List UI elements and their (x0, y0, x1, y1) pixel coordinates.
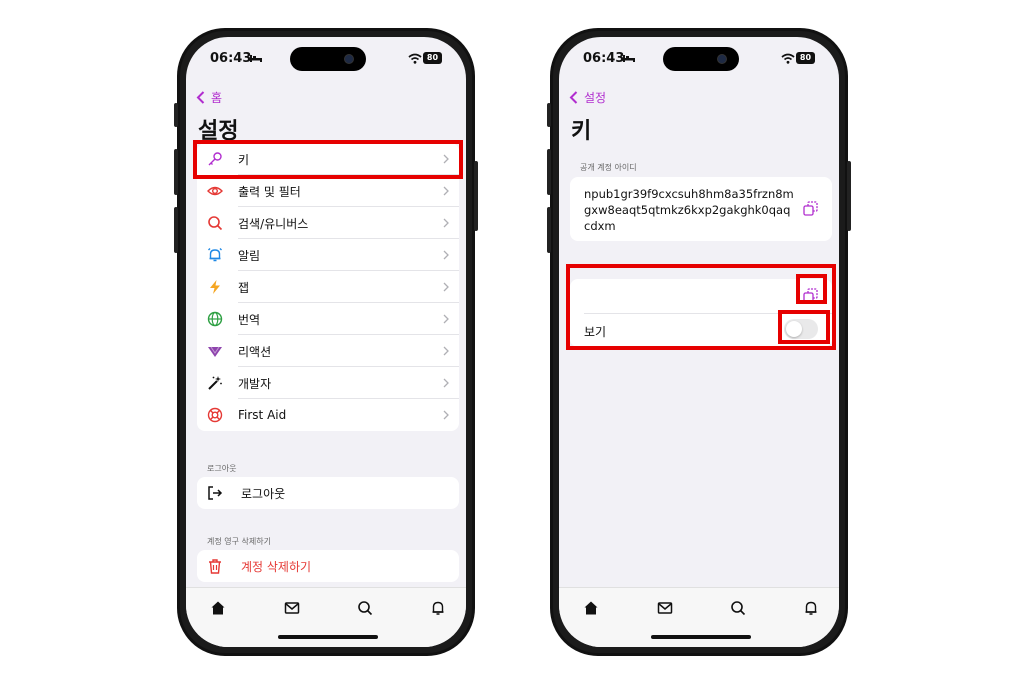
logout-icon (208, 486, 223, 500)
settings-item-first-aid[interactable]: First Aid (197, 399, 459, 431)
home-icon[interactable] (583, 600, 599, 616)
settings-item-zap[interactable]: 잽 (197, 271, 459, 303)
copy-icon[interactable] (803, 201, 818, 216)
logout-button[interactable]: 로그아웃 (197, 477, 459, 509)
back-label: 설정 (584, 91, 607, 105)
chevron-right-icon (443, 282, 449, 292)
wifi-icon (408, 53, 422, 64)
page-title: 키 (571, 119, 592, 144)
globe-icon (207, 311, 223, 327)
power-button (474, 161, 478, 231)
chevron-left-icon (569, 91, 578, 104)
lightning-icon (210, 280, 220, 294)
chevron-right-icon (443, 378, 449, 388)
logout-section-header: 로그아웃 (207, 464, 237, 473)
bell-icon (208, 248, 222, 262)
chevron-right-icon (443, 346, 449, 356)
battery-indicator: 80 (796, 52, 815, 64)
chevron-right-icon (443, 250, 449, 260)
chevron-right-icon (443, 410, 449, 420)
settings-item-label: 리액션 (238, 344, 272, 359)
home-indicator (651, 635, 751, 639)
battery-indicator: 80 (423, 52, 442, 64)
wifi-icon (781, 53, 795, 64)
settings-item-label: 출력 및 필터 (238, 184, 301, 199)
settings-item-notifications[interactable]: 알림 (197, 239, 459, 271)
settings-item-translation[interactable]: 번역 (197, 303, 459, 335)
settings-item-label: 개발자 (238, 376, 272, 391)
settings-item-search-universe[interactable]: 검색/유니버스 (197, 207, 459, 239)
mail-icon[interactable] (657, 600, 673, 616)
trash-icon (209, 559, 221, 574)
search-icon (208, 216, 223, 231)
mute-switch (547, 103, 551, 127)
settings-item-developer[interactable]: 개발자 (197, 367, 459, 399)
chevron-right-icon (443, 186, 449, 196)
settings-item-label: 잽 (238, 280, 250, 295)
settings-item-reactions[interactable]: 리액션 (197, 335, 459, 367)
status-time: 06:43 (210, 51, 252, 66)
lifebuoy-icon (207, 407, 223, 423)
phone-keys: 06:43 80 설정 키 공개 계정 아이디 npub1gr39f9cxcsu… (547, 28, 851, 656)
highlight-box-toggle (778, 310, 830, 344)
bell-icon[interactable] (430, 600, 446, 616)
mute-switch (174, 103, 178, 127)
volume-up-button (547, 149, 551, 195)
volume-down-button (174, 207, 178, 253)
status-time: 06:43 (583, 51, 625, 66)
bed-icon (623, 55, 635, 62)
home-icon[interactable] (210, 600, 226, 616)
settings-screen: 06:43 80 홈 설정 키 출력 및 필터 검색/유니버스 알림 잽 번역 … (186, 37, 466, 647)
chevron-right-icon (443, 314, 449, 324)
power-button (847, 161, 851, 231)
highlight-box-copy (796, 274, 827, 304)
public-key-card: npub1gr39f9cxcsuh8hm8a35frzn8mgxw8eaqt5q… (570, 177, 832, 241)
settings-item-label: 검색/유니버스 (238, 216, 309, 231)
public-key-section-header: 공개 계정 아이디 (580, 163, 637, 172)
volume-up-button (174, 149, 178, 195)
delete-account-group: 계정 삭제하기 (197, 550, 459, 582)
volume-down-button (547, 207, 551, 253)
settings-item-label: First Aid (238, 408, 287, 422)
public-key-value: npub1gr39f9cxcsuh8hm8a35frzn8mgxw8eaqt5q… (584, 187, 794, 233)
reaction-icon (208, 346, 222, 357)
bed-icon (250, 55, 262, 62)
delete-account-button[interactable]: 계정 삭제하기 (197, 550, 459, 582)
bell-icon[interactable] (803, 600, 819, 616)
phone-settings: 06:43 80 홈 설정 키 출력 및 필터 검색/유니버스 알림 잽 번역 … (174, 28, 478, 656)
back-label: 홈 (211, 91, 223, 105)
keys-screen: 06:43 80 설정 키 공개 계정 아이디 npub1gr39f9cxcsu… (559, 37, 839, 647)
search-icon[interactable] (730, 600, 746, 616)
home-indicator (278, 635, 378, 639)
delete-section-header: 계정 영구 삭제하기 (207, 537, 271, 546)
settings-item-output-filters[interactable]: 출력 및 필터 (197, 175, 459, 207)
chevron-left-icon (196, 91, 205, 104)
status-bar: 06:43 80 (559, 49, 839, 69)
logout-label: 로그아웃 (241, 486, 286, 501)
search-icon[interactable] (357, 600, 373, 616)
delete-account-label: 계정 삭제하기 (241, 559, 312, 574)
highlight-box-keys (193, 140, 463, 179)
mail-icon[interactable] (284, 600, 300, 616)
logout-group: 로그아웃 (197, 477, 459, 509)
magic-wand-icon (208, 376, 222, 390)
settings-list: 키 출력 및 필터 검색/유니버스 알림 잽 번역 리액션 개발자 First … (197, 143, 459, 431)
back-button[interactable]: 홈 (196, 89, 222, 106)
status-bar: 06:43 80 (186, 49, 466, 69)
back-button[interactable]: 설정 (569, 89, 606, 106)
settings-item-label: 번역 (238, 312, 261, 327)
settings-item-label: 알림 (238, 248, 261, 263)
chevron-right-icon (443, 218, 449, 228)
eye-icon (207, 186, 223, 196)
